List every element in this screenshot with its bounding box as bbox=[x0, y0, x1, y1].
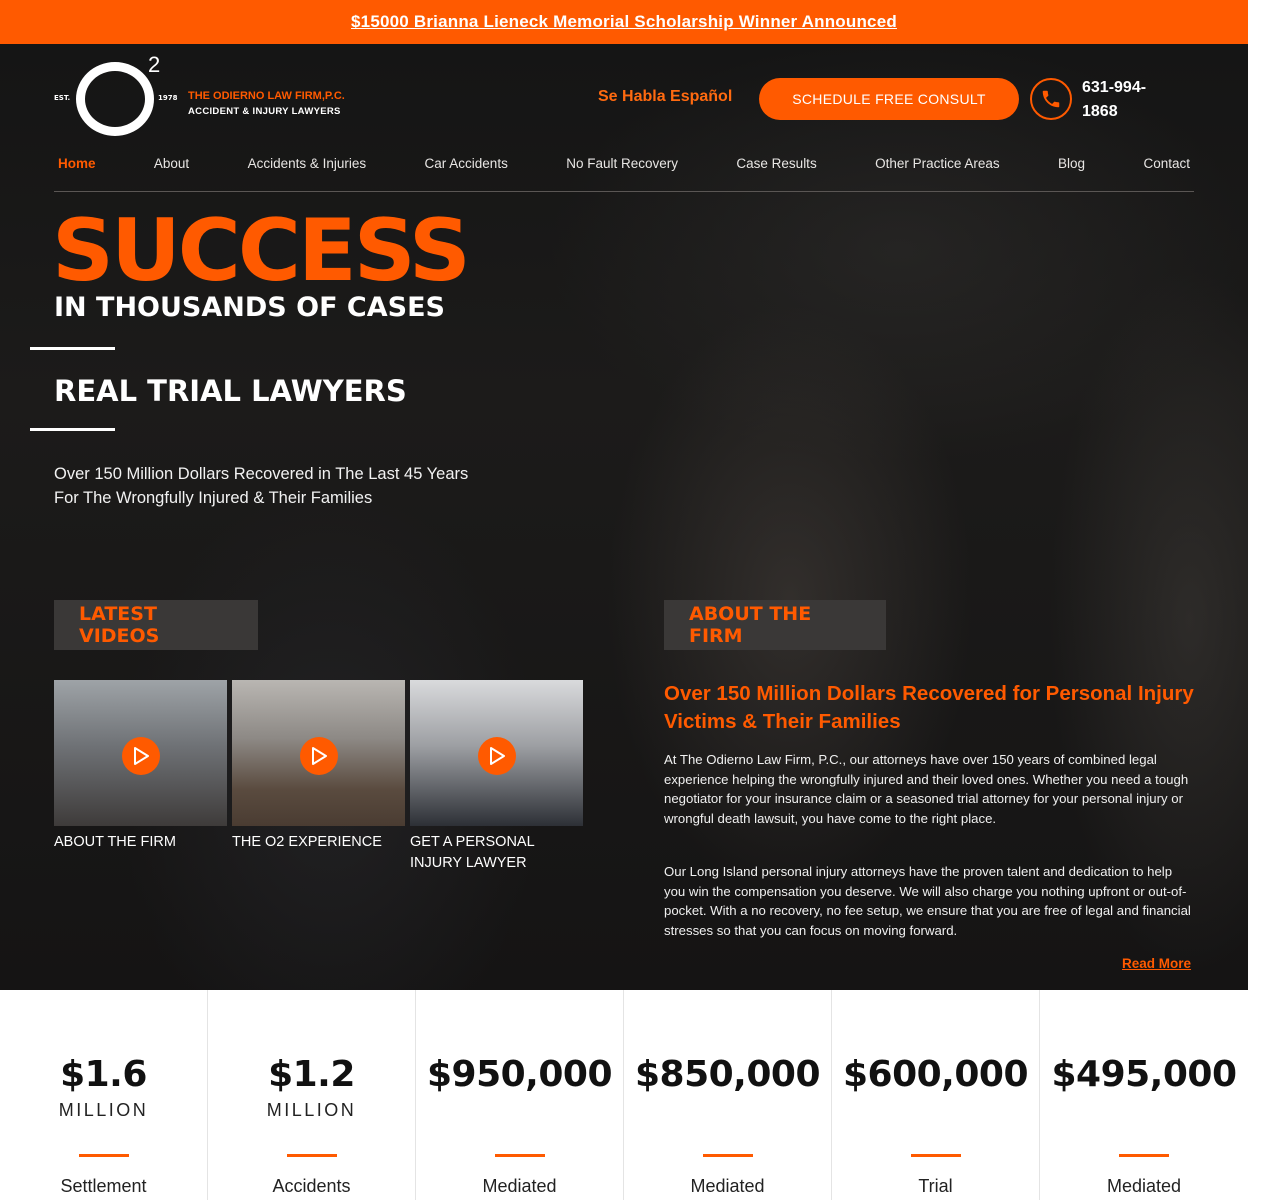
schedule-consult-button[interactable]: SCHEDULE FREE CONSULT bbox=[759, 78, 1019, 120]
about-paragraph: Our Long Island personal injury attorney… bbox=[664, 864, 1191, 938]
logo-est: EST. bbox=[54, 94, 71, 102]
stat-unit: MILLION bbox=[58, 1100, 149, 1120]
stat-amount: $850,000 bbox=[634, 1054, 821, 1095]
stat-divider bbox=[703, 1154, 753, 1157]
announcement-banner: $15000 Brianna Lieneck Memorial Scholars… bbox=[0, 0, 1248, 44]
logo-o-ring bbox=[76, 62, 154, 136]
stat-amount: $1.6 bbox=[60, 1054, 147, 1095]
stat-divider bbox=[495, 1154, 545, 1157]
about-heading: Over 150 Million Dollars Recovered for P… bbox=[664, 682, 1194, 733]
video-card[interactable]: THE O2 EXPERIENCE bbox=[232, 680, 405, 874]
stat-label: Settlement bbox=[60, 1176, 147, 1196]
nav-home[interactable]: Home bbox=[54, 152, 100, 191]
espanol-link[interactable]: Se Habla Español bbox=[598, 88, 732, 106]
logo-year: 1978 bbox=[158, 94, 178, 102]
stat-label: Mediated bbox=[1106, 1176, 1182, 1196]
video-card[interactable]: ABOUT THE FIRM bbox=[54, 680, 227, 874]
nav-blog[interactable]: Blog bbox=[1054, 152, 1089, 191]
stat-amount: $950,000 bbox=[426, 1054, 613, 1095]
nav-accidents-injuries[interactable]: Accidents & Injuries bbox=[244, 152, 371, 191]
scholarship-link[interactable]: $15000 Brianna Lieneck Memorial Scholars… bbox=[351, 12, 897, 32]
stat-unit: MILLION bbox=[266, 1100, 357, 1120]
video-caption[interactable]: ABOUT THE FIRM bbox=[54, 832, 227, 853]
logo-tagline: ACCIDENT & INJURY LAWYERS bbox=[188, 106, 341, 117]
stat-card[interactable]: $1.6 MILLION Settlement bbox=[0, 990, 208, 1200]
nav-car-accidents[interactable]: Car Accidents bbox=[421, 152, 512, 191]
stat-card[interactable]: $495,000 Mediated bbox=[1040, 990, 1248, 1200]
stat-divider bbox=[911, 1154, 961, 1157]
video-caption[interactable]: THE O2 EXPERIENCE bbox=[232, 832, 405, 853]
video-list: ABOUT THE FIRM THE O2 EXPERIENCE GET A P… bbox=[54, 680, 584, 874]
nav-contact[interactable]: Contact bbox=[1139, 152, 1194, 191]
stat-card[interactable]: $850,000 Mediated bbox=[624, 990, 832, 1200]
firm-logo[interactable]: EST. 2 1978 THE ODIERNO LAW FIRM,P.C. AC… bbox=[54, 52, 374, 140]
phone-icon[interactable] bbox=[1030, 78, 1072, 120]
hero-subhead: IN THOUSANDS OF CASES bbox=[54, 292, 445, 323]
nav-other-practice-areas[interactable]: Other Practice Areas bbox=[871, 152, 1004, 191]
stat-card[interactable]: $1.2 MILLION Accidents bbox=[208, 990, 416, 1200]
page-edge bbox=[1248, 0, 1280, 990]
stat-amount: $1.2 bbox=[268, 1054, 355, 1095]
video-thumbnail[interactable] bbox=[54, 680, 227, 826]
read-more-link[interactable]: Read More bbox=[1122, 956, 1191, 971]
hero-divider bbox=[30, 347, 115, 350]
video-thumbnail[interactable] bbox=[232, 680, 405, 826]
stat-divider bbox=[1119, 1154, 1169, 1157]
hero-divider bbox=[30, 428, 115, 431]
play-icon[interactable] bbox=[478, 737, 516, 775]
hero-description: Over 150 Million Dollars Recovered in Th… bbox=[54, 465, 469, 507]
latest-videos-title: LATEST VIDEOS bbox=[54, 600, 258, 650]
stat-card[interactable]: $600,000 Trial bbox=[832, 990, 1040, 1200]
nav-about[interactable]: About bbox=[150, 152, 193, 191]
stat-amount: $600,000 bbox=[842, 1054, 1029, 1095]
logo-superscript: 2 bbox=[148, 52, 161, 77]
video-thumbnail[interactable] bbox=[410, 680, 583, 826]
stat-amount: $495,000 bbox=[1051, 1054, 1237, 1095]
case-results-stats: $1.6 MILLION Settlement $1.2 MILLION Acc… bbox=[0, 990, 1248, 1200]
main-nav: Home About Accidents & Injuries Car Acci… bbox=[54, 152, 1194, 192]
nav-case-results[interactable]: Case Results bbox=[732, 152, 820, 191]
hero-headline: SUCCESS bbox=[52, 201, 471, 301]
stat-label: Accidents bbox=[272, 1176, 351, 1196]
play-icon[interactable] bbox=[122, 737, 160, 775]
stat-label: Mediated bbox=[482, 1176, 557, 1196]
stat-divider bbox=[79, 1154, 129, 1157]
phone-number[interactable]: 631-994-1868 bbox=[1082, 76, 1172, 124]
video-caption[interactable]: GET A PERSONAL INJURY LAWYER bbox=[410, 832, 583, 874]
stat-card[interactable]: $950,000 Mediated bbox=[416, 990, 624, 1200]
hero-tagline: REAL TRIAL LAWYERS bbox=[54, 374, 407, 408]
stat-label: Trial bbox=[918, 1176, 953, 1196]
about-firm-title: ABOUT THE FIRM bbox=[664, 600, 886, 650]
video-card[interactable]: GET A PERSONAL INJURY LAWYER bbox=[410, 680, 583, 874]
play-icon[interactable] bbox=[300, 737, 338, 775]
about-paragraph: At The Odierno Law Firm, P.C., our attor… bbox=[664, 752, 1189, 826]
logo-firm-name: THE ODIERNO LAW FIRM,P.C. bbox=[188, 90, 345, 102]
stat-label: Mediated bbox=[690, 1176, 765, 1196]
nav-no-fault-recovery[interactable]: No Fault Recovery bbox=[562, 152, 682, 191]
stat-divider bbox=[287, 1154, 337, 1157]
